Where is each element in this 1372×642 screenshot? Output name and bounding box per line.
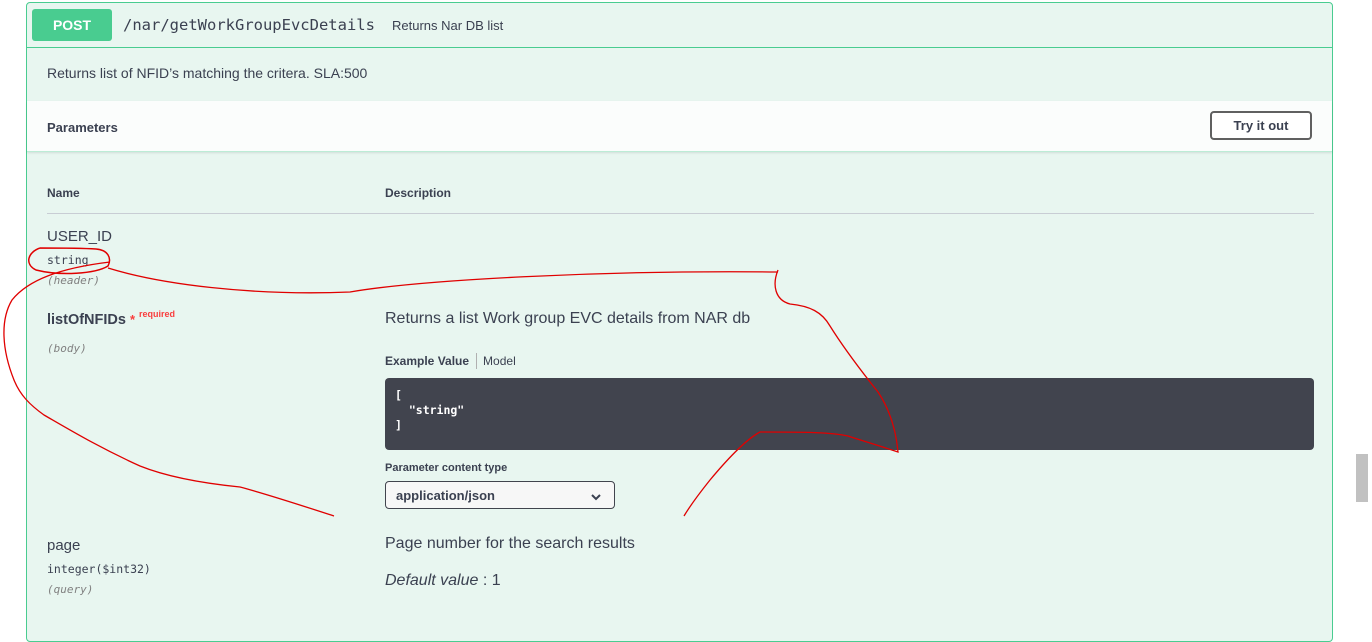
parameters-header: Parameters Try it out <box>27 101 1332 152</box>
param-type-page: integer($int32) <box>47 562 151 576</box>
column-divider <box>47 213 1314 214</box>
column-header-name: Name <box>47 186 80 200</box>
scrollbar-thumb[interactable] <box>1356 454 1368 502</box>
method-badge: POST <box>32 9 112 41</box>
code-line: [ <box>395 388 402 402</box>
code-line: ] <box>395 418 402 432</box>
param-name-user-id: USER_ID <box>47 228 113 245</box>
param-in-list-of-nfids: (body) <box>47 342 87 355</box>
try-it-out-button[interactable]: Try it out <box>1210 111 1312 140</box>
param-in-user-id: (header) <box>47 274 100 287</box>
chevron-down-icon <box>590 490 602 505</box>
code-line: "string" <box>395 403 465 417</box>
example-tabs: Example Value Model <box>385 353 516 369</box>
example-value-code[interactable]: [ "string" ] <box>385 378 1314 450</box>
param-description-list-of-nfids: Returns a list Work group EVC details fr… <box>385 310 751 327</box>
tab-example-value[interactable]: Example Value <box>385 354 469 368</box>
operation-summary[interactable]: POST /nar/getWorkGroupEvcDetails Returns… <box>27 3 1332 48</box>
param-name-list-of-nfids: listOfNFIDs * required <box>47 309 176 328</box>
default-value: 1 <box>491 572 501 589</box>
tab-separator <box>476 353 478 369</box>
operation-block: POST /nar/getWorkGroupEvcDetails Returns… <box>26 2 1333 642</box>
required-star: * <box>129 312 136 327</box>
default-separator: : <box>478 572 492 589</box>
param-name-page: page <box>47 537 81 554</box>
column-header-description: Description <box>385 186 452 200</box>
tab-model[interactable]: Model <box>483 354 516 368</box>
content-type-value: application/json <box>396 488 495 503</box>
param-description-page: Page number for the search results <box>385 535 635 552</box>
content-type-select[interactable]: application/json <box>385 481 615 509</box>
param-default-page: Default value : 1 <box>385 572 501 590</box>
content-type-label: Parameter content type <box>385 462 508 474</box>
default-label: Default value <box>385 572 479 589</box>
operation-path: /nar/getWorkGroupEvcDetails <box>123 16 375 34</box>
required-label: required <box>139 309 176 319</box>
param-name-text: listOfNFIDs <box>47 312 126 328</box>
parameters-title: Parameters <box>47 120 118 135</box>
operation-summary-text: Returns Nar DB list <box>392 18 504 33</box>
operation-description: Returns list of NFID’s matching the crit… <box>47 65 368 81</box>
param-in-page: (query) <box>47 583 94 596</box>
param-type-user-id: string <box>47 253 89 267</box>
